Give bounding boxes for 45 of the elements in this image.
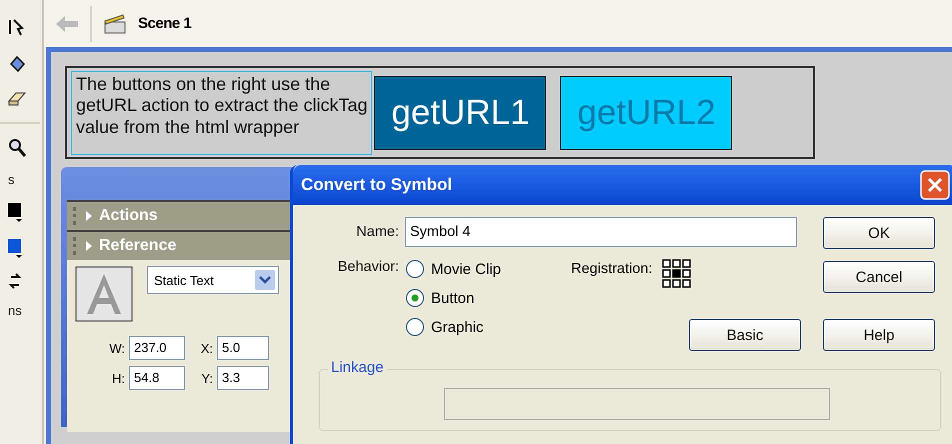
toolbar-section-label: ns <box>8 303 22 318</box>
grip-icon[interactable] <box>73 237 79 255</box>
ok-button[interactable]: OK <box>823 217 935 249</box>
field-label: Y: <box>200 370 213 386</box>
chevron-down-icon[interactable] <box>255 270 275 290</box>
identifier-field[interactable] <box>444 388 830 420</box>
disclosure-triangle-icon[interactable] <box>85 211 93 221</box>
help-button[interactable]: Help <box>823 319 935 351</box>
dialog-title: Convert to Symbol <box>301 175 452 195</box>
linkage-label: Linkage <box>328 359 387 376</box>
toolbar-section-label: s <box>8 172 14 187</box>
fill-color-icon[interactable] <box>8 237 24 259</box>
field-label: X: <box>200 340 213 356</box>
input-field[interactable]: 5.0 <box>217 336 269 360</box>
behavior-radio[interactable]: Button <box>405 288 565 308</box>
text-type-dropdown[interactable]: Static Text <box>147 266 279 294</box>
name-field[interactable]: Symbol 4 <box>405 217 797 247</box>
eraser-icon[interactable] <box>8 90 26 108</box>
radio-circle-icon[interactable] <box>405 288 425 308</box>
radio-circle-icon[interactable] <box>405 317 425 337</box>
zoom-icon[interactable] <box>8 138 26 158</box>
behavior-radio[interactable]: Graphic <box>405 317 565 337</box>
name-label: Name: <box>355 224 399 240</box>
clapperboard-icon <box>104 14 126 34</box>
geturl-button[interactable]: getURL1 <box>374 76 546 150</box>
behavior-label: Behavior: <box>336 259 399 275</box>
field-label: H: <box>111 370 125 386</box>
swap-colors-icon[interactable] <box>8 273 22 289</box>
behavior-radio[interactable]: Movie Clip <box>405 259 565 279</box>
input-field[interactable]: 237.0 <box>129 336 185 360</box>
registration-label: Registration: <box>571 261 652 277</box>
radio-circle-icon[interactable] <box>405 259 425 279</box>
text-tool-icon <box>75 266 133 322</box>
grip-icon[interactable] <box>73 207 79 225</box>
input-field[interactable]: 3.3 <box>217 366 269 390</box>
input-field[interactable]: 54.8 <box>129 366 185 390</box>
disclosure-triangle-icon[interactable] <box>85 241 93 251</box>
close-icon[interactable] <box>920 170 950 200</box>
description-text: The buttons on the right use the getURL action to extract the clickTag value from the html wrapper <box>71 70 372 154</box>
registration-grid-icon[interactable] <box>662 259 692 289</box>
cancel-button[interactable]: Cancel <box>823 261 935 293</box>
scene-label: Scene 1 <box>138 15 192 32</box>
stroke-color-icon[interactable] <box>8 201 24 223</box>
field-label: W: <box>108 340 125 356</box>
basic-button[interactable]: Basic <box>689 319 801 351</box>
